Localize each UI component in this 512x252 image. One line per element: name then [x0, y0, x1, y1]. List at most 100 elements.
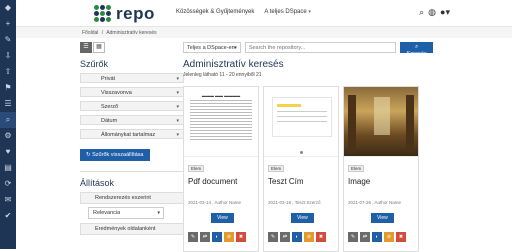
facet-label: Szerző: [101, 104, 119, 110]
reset-filters-button[interactable]: ↻ Szűrők visszaállítása: [80, 149, 150, 161]
header-icons: ⌕ ◍ ●▾: [419, 7, 450, 18]
sort-value: Relevancia: [93, 210, 121, 216]
import-icon[interactable]: ⇩: [0, 48, 16, 64]
repo-logo[interactable]: repo: [94, 4, 155, 24]
private-icon[interactable]: ◐: [292, 232, 302, 242]
breadcrumb-separator: /: [101, 30, 104, 36]
private-icon[interactable]: ◐: [212, 232, 222, 242]
results-grid: ▬▬▬ ▬▬ ▬▬▬▬ Elem Pdf document 2021-03-14…: [183, 86, 419, 252]
delete-icon[interactable]: ✖: [236, 232, 246, 242]
move-icon[interactable]: ⇄: [200, 232, 210, 242]
facet-label: Privát: [101, 76, 116, 82]
list-view-icon[interactable]: ☰: [80, 42, 92, 53]
search-input[interactable]: [244, 42, 397, 53]
workflow-icon[interactable]: ⚙: [0, 128, 16, 144]
search-icon: ⌕: [415, 44, 419, 50]
page-preview-graphic: [272, 97, 332, 137]
edit-icon[interactable]: ✎: [188, 232, 198, 242]
search-button-label: Keresés: [406, 51, 427, 57]
doc-lines-graphic: [184, 100, 258, 140]
search-admin-icon[interactable]: ⌕: [0, 112, 16, 128]
card-actions: ✎ ⇄ ◐ ⊘ ✖: [188, 232, 246, 242]
breadcrumb-current: Adminisztratív keresés: [106, 30, 157, 36]
pdf-thumbnail[interactable]: ▬▬▬ ▬▬ ▬▬▬▬: [184, 87, 258, 157]
image-thumbnail[interactable]: [344, 87, 418, 157]
search-icon[interactable]: ⌕: [419, 7, 424, 18]
facet-author[interactable]: Szerző ▾: [80, 101, 184, 111]
chevron-down-icon: ▾: [157, 210, 160, 216]
card-meta: 2021-03-18 , Teszt Szerző: [268, 200, 321, 205]
result-info: Jelenleg látható 11 - 20 ennyiből 21: [183, 72, 262, 78]
search-row: Teljes a DSpace-en▾ ⌕ Keresés: [183, 42, 433, 57]
breadcrumb: Főoldal / Adminisztratív keresés: [16, 27, 512, 38]
nav-communities[interactable]: Közösségek & Gyűjtemények: [176, 9, 254, 15]
chevron-down-icon: ▾: [176, 132, 179, 138]
delete-icon[interactable]: ✖: [316, 232, 326, 242]
stats-icon[interactable]: ▤: [0, 160, 16, 176]
add-icon[interactable]: +: [0, 16, 16, 32]
move-icon[interactable]: ⇄: [280, 232, 290, 242]
facet-has-files[interactable]: Állománykat tartalmaz ▾: [80, 129, 184, 139]
edit-icon[interactable]: ✎: [348, 232, 358, 242]
card-title[interactable]: Pdf document: [188, 177, 258, 186]
search-button[interactable]: ⌕ Keresés: [400, 42, 433, 57]
view-button[interactable]: View: [291, 213, 314, 223]
process-icon[interactable]: ⟳: [0, 176, 16, 192]
settings-title: Állítások: [80, 171, 184, 188]
grid-view-icon[interactable]: ▦: [93, 42, 105, 53]
health-icon[interactable]: ♥: [0, 144, 16, 160]
scope-value: Teljes a DSpace-en: [187, 45, 235, 51]
line-graphic: [277, 121, 327, 122]
registry-icon[interactable]: ☰: [0, 96, 16, 112]
reset-filters-label: Szűrők visszaállítása: [92, 152, 144, 158]
breadcrumb-home[interactable]: Főoldal: [82, 30, 98, 36]
chevron-down-icon: ▾: [176, 118, 179, 124]
edit-icon[interactable]: ✎: [268, 232, 278, 242]
access-icon[interactable]: ⚑: [0, 80, 16, 96]
withdraw-icon[interactable]: ⊘: [384, 232, 394, 242]
result-card: Elem Teszt Cím 2021-03-18 , Teszt Szerző…: [263, 86, 339, 252]
user-icon[interactable]: ●▾: [440, 7, 450, 18]
card-title[interactable]: Teszt Cím: [268, 177, 338, 186]
private-icon[interactable]: ◐: [372, 232, 382, 242]
curation-icon[interactable]: ✔: [0, 208, 16, 224]
shelf-graphic: [348, 95, 356, 153]
language-icon[interactable]: ◍: [428, 7, 436, 18]
delete-icon[interactable]: ✖: [396, 232, 406, 242]
result-card: Elem Image 2021-07-26 , Author Name View…: [343, 86, 419, 252]
line-graphic: [277, 116, 327, 117]
chevron-down-icon: ▾: [234, 45, 237, 51]
withdraw-icon[interactable]: ⊘: [304, 232, 314, 242]
top-navigation: Közösségek & Gyűjtemények A teljes DSpac…: [176, 9, 311, 15]
facet-label: Visszavonva: [101, 90, 132, 96]
filters-title: Szűrők: [80, 59, 109, 69]
export-icon[interactable]: ⇧: [0, 64, 16, 80]
scope-select[interactable]: Teljes a DSpace-en ▾: [183, 42, 241, 53]
edit-icon[interactable]: ✎: [0, 32, 16, 48]
move-icon[interactable]: ⇄: [360, 232, 370, 242]
notification-icon[interactable]: ✉: [0, 192, 16, 208]
view-button[interactable]: View: [371, 213, 394, 223]
logo-mark-icon: [94, 5, 112, 23]
chevron-down-icon: ▾: [308, 9, 311, 15]
page-thumbnail[interactable]: [264, 87, 338, 157]
line-graphic: [277, 111, 327, 112]
search-sidebar: ☰ ▦ Szűrők Privát ▾ Visszavonva ▾ Szerző ▾ …: [80, 42, 184, 238]
facet-private[interactable]: Privát ▾: [80, 73, 184, 83]
shelf-graphic: [406, 95, 414, 153]
card-actions: ✎ ⇄ ◐ ⊘ ✖: [268, 232, 326, 242]
nav-all-dspace-label: A teljes DSpace: [264, 9, 307, 15]
sort-select[interactable]: Relevancia ▾: [88, 207, 164, 219]
card-actions: ✎ ⇄ ◐ ⊘ ✖: [348, 232, 406, 242]
view-button[interactable]: View: [211, 213, 234, 223]
nav-all-dspace[interactable]: A teljes DSpace ▾: [264, 9, 311, 15]
logo-icon[interactable]: ◆: [0, 0, 16, 16]
withdraw-icon[interactable]: ⊘: [224, 232, 234, 242]
facet-date[interactable]: Dátum ▾: [80, 115, 184, 125]
main-content: Teljes a DSpace-en▾ ⌕ Keresés Adminisztr…: [183, 42, 433, 252]
facet-withdrawn[interactable]: Visszavonva ▾: [80, 87, 184, 97]
card-title[interactable]: Image: [348, 177, 418, 186]
item-badge: Elem: [268, 165, 285, 172]
view-toggle: ☰ ▦: [80, 42, 184, 53]
card-meta: 2021-07-26 , Author Name: [348, 200, 402, 205]
